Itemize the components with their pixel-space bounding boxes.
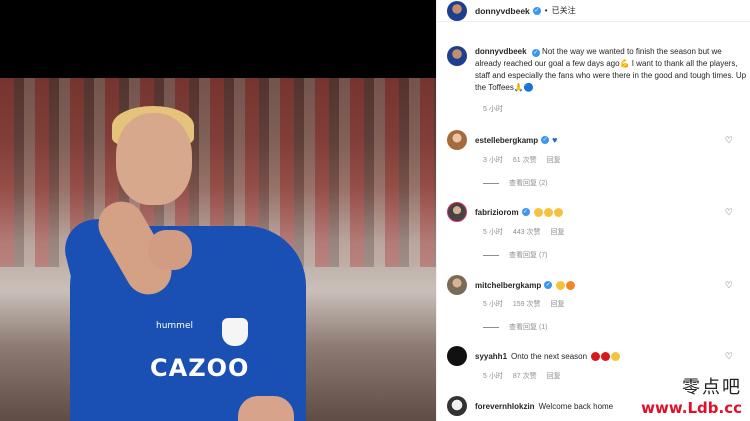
heart-icon[interactable]: ♡ (725, 207, 733, 218)
view-replies-label[interactable]: 查看回复 (2) (509, 178, 548, 188)
comment-meta: 5 小时 443 次赞 回复 (483, 227, 750, 237)
club-badge (222, 318, 248, 346)
post-viewer: hummel CAZOO donnyvdbeek ✓ • 已关注 donnyvd… (0, 0, 750, 421)
caption-time: 5 小时 (483, 106, 503, 113)
avatar[interactable] (447, 275, 467, 295)
red-circle-emoji-icon (590, 351, 611, 361)
comment-meta: 3 小时 61 次赞 回复 (483, 155, 750, 165)
comment-likes[interactable]: 61 次赞 (513, 155, 537, 165)
replies-divider (483, 182, 499, 184)
comment-username[interactable]: forevernhlokzin (475, 402, 535, 411)
shirt-sponsor: CAZOO (150, 354, 250, 382)
caption-username[interactable]: donnyvdbeek (475, 47, 527, 56)
player-head (116, 113, 192, 205)
avatar[interactable] (447, 346, 467, 366)
comment-item: fabriziorom ✓ ♡ (447, 202, 747, 222)
view-replies-button[interactable]: 查看回复 (1) (483, 322, 750, 332)
comment-likes[interactable]: 87 次赞 (513, 371, 537, 381)
verified-badge-icon: ✓ (532, 6, 541, 15)
clapping-hands-emoji-icon (555, 280, 566, 290)
post-caption: donnyvdbeek ✓ Not the way we wanted to f… (447, 46, 747, 94)
blue-heart-emoji-icon: ♥ (552, 135, 558, 145)
player-hand (238, 396, 294, 421)
heart-icon[interactable]: ♡ (725, 280, 733, 291)
post-header: donnyvdbeek ✓ • 已关注 (437, 0, 750, 22)
verified-badge-icon: ✓ (541, 136, 550, 144)
separator: • (544, 6, 548, 15)
comment-time: 5 小时 (483, 229, 503, 236)
comment-time: 5 小时 (483, 373, 503, 380)
comment-time: 3 小时 (483, 157, 503, 164)
follow-button[interactable]: 已关注 (552, 5, 576, 16)
replies-divider (483, 326, 499, 328)
comment-item: mitchelbergkamp ✓ ♡ (447, 275, 747, 295)
post-side-panel: donnyvdbeek ✓ • 已关注 donnyvdbeek ✓ Not th… (436, 0, 750, 421)
post-media[interactable]: hummel CAZOO (0, 0, 436, 421)
comment-likes[interactable]: 159 次赞 (513, 299, 541, 309)
caption-meta: 5 小时 (483, 104, 750, 114)
header-username[interactable]: donnyvdbeek (475, 6, 530, 16)
reply-button[interactable]: 回复 (547, 371, 561, 381)
fire-emoji-icon (565, 280, 576, 290)
post-photo: hummel CAZOO (0, 78, 436, 421)
comment-item: syyahh1 Onto the next season ♡ (447, 346, 747, 366)
verified-badge-icon: ✓ (531, 49, 540, 57)
comment-text: Welcome back home (538, 401, 614, 411)
comment-username[interactable]: syyahh1 (475, 352, 507, 361)
reply-button[interactable]: 回复 (547, 155, 561, 165)
watermark-url: www.Ldb.cc (641, 399, 742, 417)
avatar[interactable] (447, 0, 467, 21)
comment-likes[interactable]: 443 次赞 (513, 227, 541, 237)
comment-item: estellebergkamp ✓ ♥ ♡ (447, 130, 747, 150)
avatar[interactable] (447, 396, 467, 416)
avatar[interactable] (447, 130, 467, 150)
avatar[interactable] (447, 202, 467, 222)
replies-divider (483, 254, 499, 256)
caption-body: donnyvdbeek ✓ Not the way we wanted to f… (475, 46, 747, 94)
caption-avatar[interactable] (447, 46, 467, 66)
site-watermark: 零点吧 www.Ldb.cc (641, 373, 742, 417)
comment-meta: 5 小时 159 次赞 回复 (483, 299, 750, 309)
verified-badge-icon: ✓ (521, 208, 530, 216)
verified-badge-icon: ✓ (544, 281, 553, 289)
watermark-cn: 零点吧 (682, 377, 742, 398)
comment-username[interactable]: fabriziorom (475, 208, 519, 217)
reply-button[interactable]: 回复 (550, 299, 564, 309)
comment-text: Onto the next season (511, 351, 588, 361)
smile-emoji-icon (610, 351, 621, 361)
kit-brand: hummel (156, 321, 193, 331)
heart-icon[interactable]: ♡ (725, 351, 733, 362)
clapping-hands-emoji-icon (533, 207, 563, 217)
view-replies-button[interactable]: 查看回复 (2) (483, 178, 750, 188)
comment-username[interactable]: estellebergkamp (475, 136, 538, 145)
view-replies-button[interactable]: 查看回复 (7) (483, 250, 750, 260)
heart-icon[interactable]: ♡ (725, 135, 733, 146)
comment-username[interactable]: mitchelbergkamp (475, 281, 541, 290)
view-replies-label[interactable]: 查看回复 (7) (509, 250, 548, 260)
comment-time: 5 小时 (483, 301, 503, 308)
player-fist (148, 230, 192, 270)
view-replies-label[interactable]: 查看回复 (1) (509, 322, 548, 332)
reply-button[interactable]: 回复 (550, 227, 564, 237)
